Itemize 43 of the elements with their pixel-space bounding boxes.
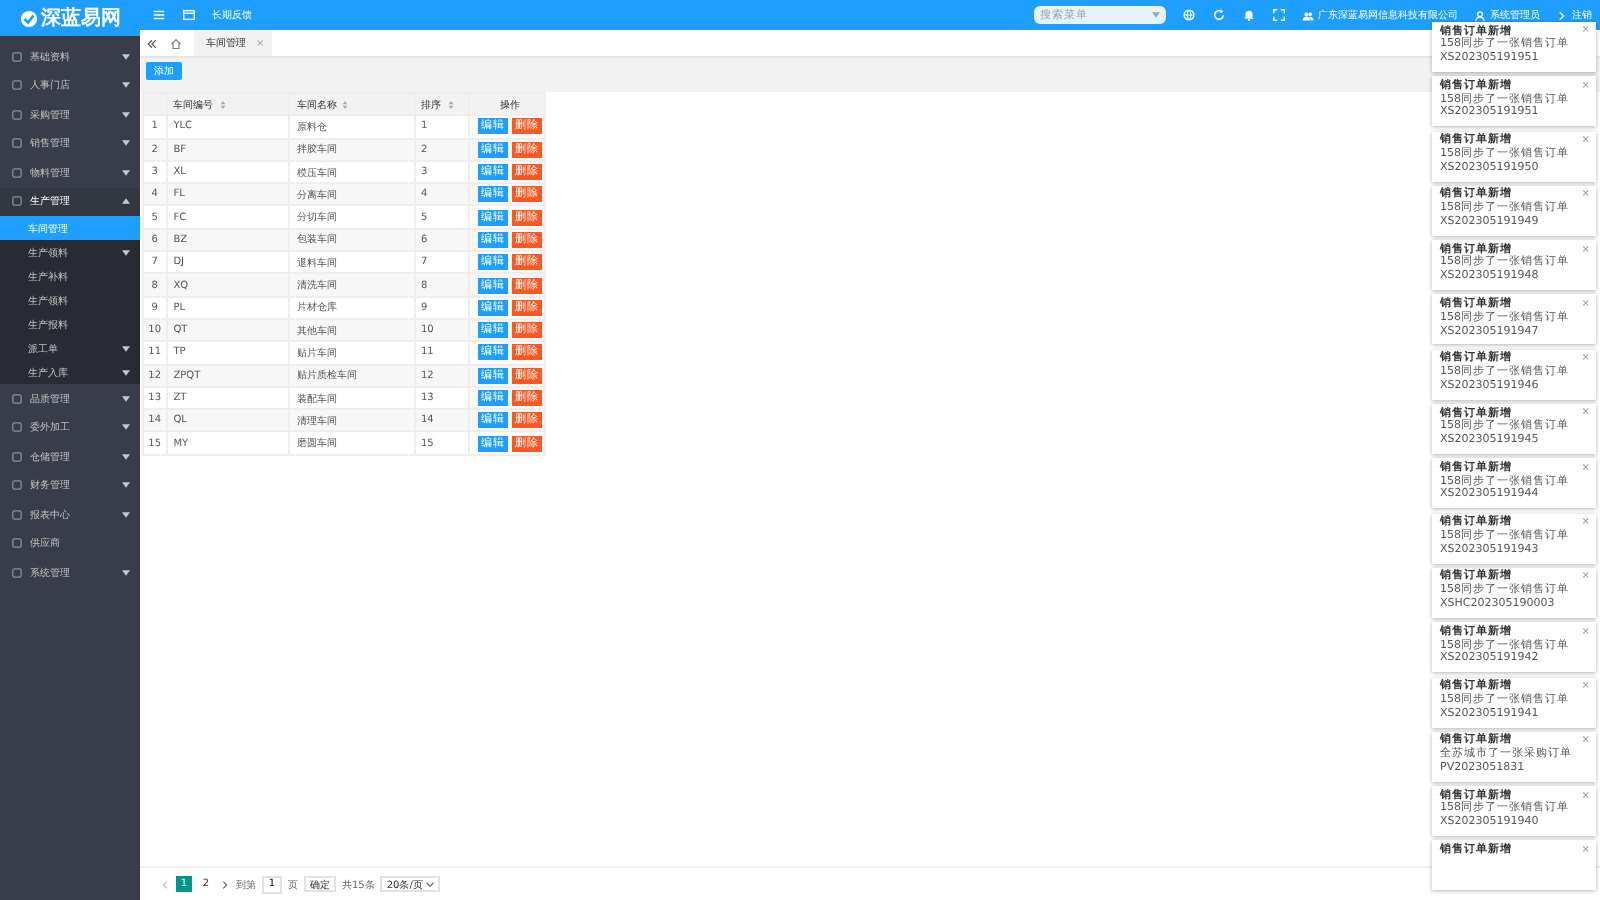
caret-icon bbox=[122, 345, 130, 351]
caret-icon bbox=[122, 369, 130, 375]
square-icon bbox=[12, 538, 22, 549]
square-icon bbox=[12, 167, 22, 178]
caret-icon bbox=[122, 198, 130, 205]
fullscreen-icon[interactable] bbox=[1272, 8, 1286, 22]
caret-icon bbox=[122, 82, 130, 89]
square-icon bbox=[12, 109, 22, 120]
double-chevron-icon[interactable] bbox=[146, 37, 158, 49]
caret-icon bbox=[426, 881, 435, 887]
caret-icon bbox=[122, 511, 130, 518]
bell-icon[interactable] bbox=[1242, 8, 1256, 22]
square-icon bbox=[12, 567, 22, 578]
square-icon bbox=[12, 51, 22, 62]
logo-text: 深蓝易网 bbox=[41, 5, 121, 32]
logo-icon bbox=[19, 9, 37, 27]
square-icon bbox=[12, 80, 22, 91]
globe-icon[interactable] bbox=[1182, 8, 1196, 22]
square-icon bbox=[12, 509, 22, 520]
caret-icon bbox=[122, 140, 130, 147]
square-icon bbox=[12, 393, 22, 404]
refresh-icon[interactable] bbox=[1212, 8, 1226, 22]
square-icon bbox=[12, 422, 22, 433]
window-icon[interactable] bbox=[182, 8, 196, 22]
caret-icon bbox=[122, 569, 130, 576]
square-icon bbox=[12, 451, 22, 462]
next-page-icon[interactable] bbox=[220, 879, 230, 889]
users-icon bbox=[1302, 9, 1314, 21]
menu-icon[interactable] bbox=[152, 8, 166, 22]
caret-icon bbox=[122, 482, 130, 489]
caret-icon bbox=[122, 111, 130, 118]
previous-page-icon[interactable] bbox=[160, 879, 170, 889]
caret-icon bbox=[122, 53, 130, 60]
square-icon bbox=[12, 138, 22, 149]
caret-icon bbox=[122, 395, 130, 402]
square-icon bbox=[12, 480, 22, 491]
square-icon bbox=[12, 196, 22, 207]
caret-icon bbox=[122, 169, 130, 176]
caret-icon bbox=[1152, 12, 1160, 18]
caret-icon bbox=[122, 453, 130, 460]
caret-icon bbox=[122, 249, 130, 255]
caret-icon bbox=[122, 424, 130, 431]
home-icon[interactable] bbox=[170, 37, 182, 49]
